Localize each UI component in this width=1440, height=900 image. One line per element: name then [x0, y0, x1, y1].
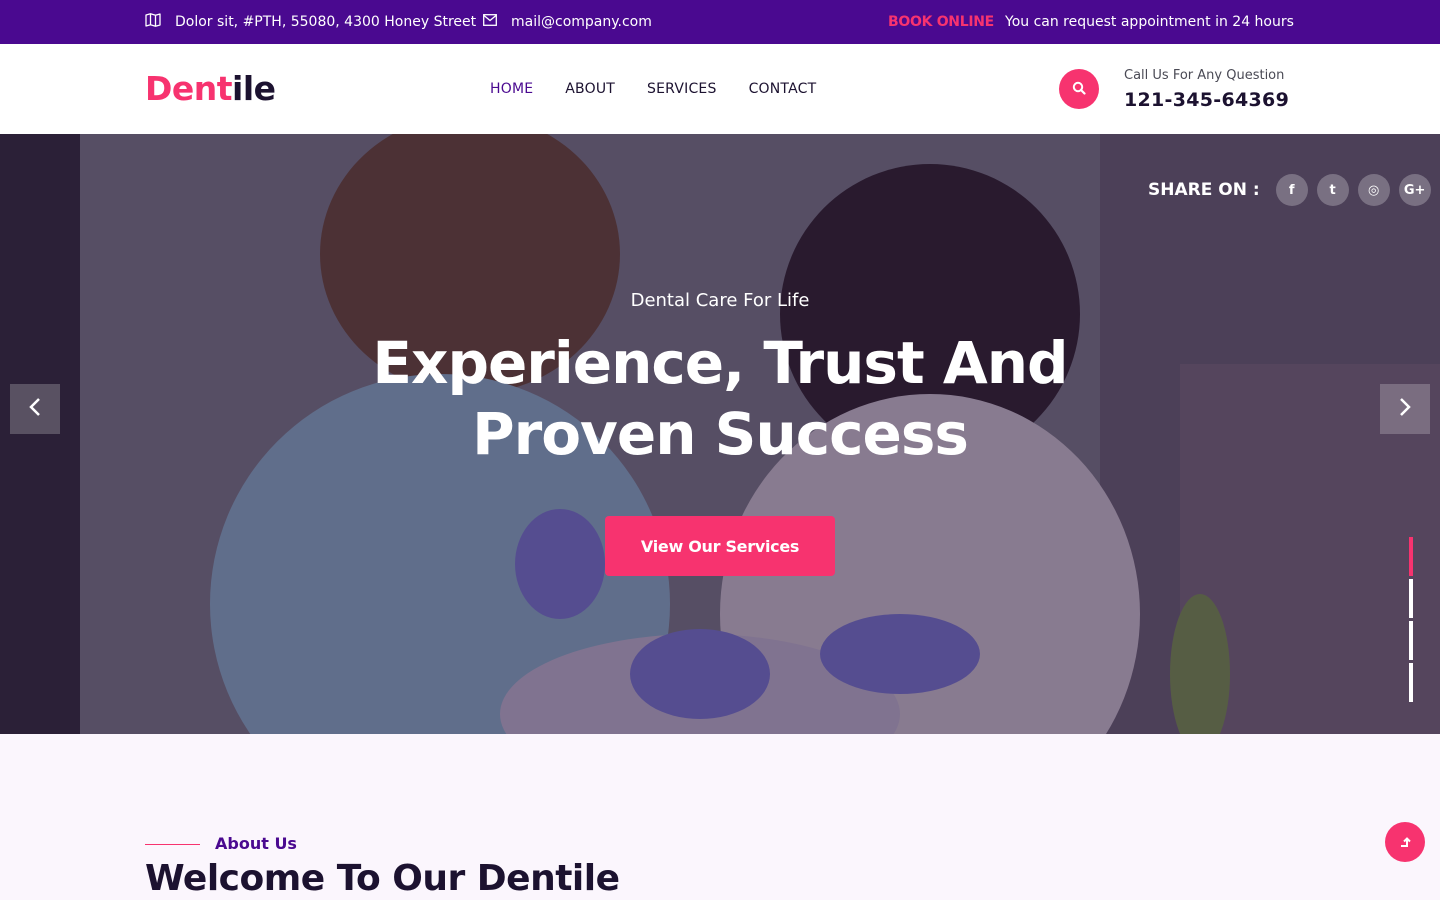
about-divider [145, 844, 200, 845]
slider-next-button[interactable] [1380, 384, 1430, 434]
search-icon [1072, 80, 1086, 99]
google-plus-icon[interactable]: G+ [1398, 174, 1431, 206]
address-info: Dolor sit, #PTH, 55080, 4300 Honey Stree… [145, 0, 476, 44]
call-number[interactable]: 121-345-64369 [1124, 89, 1289, 111]
hero-title-line-2: Proven Success [472, 400, 969, 468]
share-label: SHARE ON : [1148, 180, 1260, 200]
about-title: Welcome To Our Dentile [145, 858, 620, 899]
call-label: Call Us For Any Question [1124, 68, 1285, 83]
nav-about[interactable]: ABOUT [565, 81, 615, 97]
hero-title: Experience, Trust And Proven Success [0, 328, 1440, 470]
slider-dot-2[interactable] [1409, 579, 1413, 618]
hero-slider: SHARE ON : f t ◎ G+ Dental Care For Life… [0, 134, 1440, 734]
nav-services[interactable]: SERVICES [647, 81, 717, 97]
chevron-right-icon [1398, 397, 1412, 421]
hero-title-line-1: Experience, Trust And [372, 329, 1068, 397]
main-nav: HOME ABOUT SERVICES CONTACT [490, 44, 848, 134]
map-icon [145, 13, 175, 31]
slider-dot-1[interactable] [1409, 537, 1413, 576]
dribbble-icon[interactable]: ◎ [1357, 174, 1390, 206]
book-online-link[interactable]: BOOK ONLINE [888, 0, 994, 44]
address-text: Dolor sit, #PTH, 55080, 4300 Honey Stree… [175, 14, 477, 30]
search-button[interactable] [1059, 69, 1099, 109]
nav-home[interactable]: HOME [490, 81, 533, 97]
envelope-icon [483, 14, 511, 30]
logo-part-accent: Dent [145, 69, 233, 108]
slider-pagination [1409, 537, 1413, 705]
site-logo[interactable]: Dentile [145, 68, 276, 110]
arrow-up-icon [1399, 833, 1411, 852]
facebook-icon[interactable]: f [1275, 174, 1308, 206]
hero-subtitle: Dental Care For Life [630, 290, 810, 311]
top-bar: Dolor sit, #PTH, 55080, 4300 Honey Stree… [0, 0, 1440, 44]
about-eyebrow: About Us [215, 834, 297, 853]
appointment-note: You can request appointment in 24 hours [1005, 14, 1294, 30]
email-link[interactable]: mail@company.com [511, 14, 652, 30]
share-bar: SHARE ON : f t ◎ G+ [1148, 174, 1440, 206]
logo-part-dark: ile [232, 69, 276, 108]
slider-dot-4[interactable] [1409, 663, 1413, 702]
nav-contact[interactable]: CONTACT [749, 81, 817, 97]
slider-prev-button[interactable] [10, 384, 60, 434]
email-info[interactable]: mail@company.com [483, 0, 652, 44]
view-services-button[interactable]: View Our Services [605, 516, 835, 576]
chevron-left-icon [28, 397, 42, 421]
scroll-to-top-button[interactable] [1385, 822, 1425, 862]
site-header: Dentile HOME ABOUT SERVICES CONTACT Call… [0, 44, 1440, 134]
twitter-icon[interactable]: t [1316, 174, 1349, 206]
slider-dot-3[interactable] [1409, 621, 1413, 660]
